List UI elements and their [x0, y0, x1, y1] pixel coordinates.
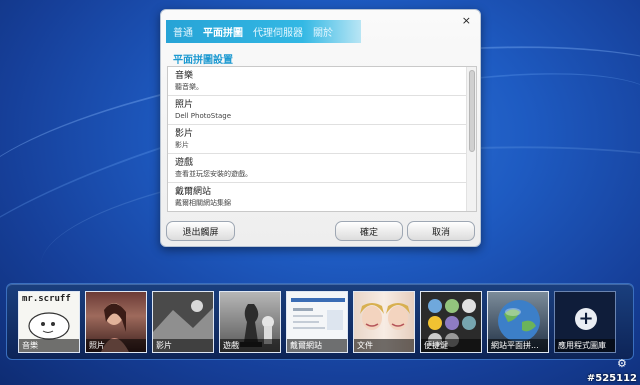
tile-dock: mr.scruff 音樂 照片 影片 遊戲 戴爾網站 文件 便捷鍵 網站平面拼.… [6, 283, 634, 360]
settings-dialog: 普通 平面拼圖 代理伺服器 關於 × 平面拼圖設置 音樂 聽音樂。 照片 Del… [160, 9, 481, 247]
cancel-button[interactable]: 取消 [407, 221, 475, 241]
tile-label: 音樂 [19, 339, 79, 352]
list-item-subtitle: 聽音樂。 [175, 83, 203, 91]
add-icon: + [575, 308, 597, 330]
tile-label: 網站平面拼... [488, 339, 548, 352]
tile-label: 文件 [354, 339, 414, 352]
album-title-text: mr.scruff [22, 294, 71, 304]
close-icon[interactable]: × [462, 14, 471, 27]
list-item[interactable]: 影片 影片 [168, 125, 476, 154]
tile-label: 應用程式圖庫 [555, 339, 615, 352]
list-item-title: 戴爾網站 [175, 187, 212, 197]
scrollbar-thumb[interactable] [469, 70, 475, 152]
tile-music[interactable]: mr.scruff 音樂 [18, 291, 80, 353]
list-item[interactable]: 戴爾網站 戴爾相關網站集錦 [168, 183, 476, 211]
tile-photos[interactable]: 照片 [85, 291, 147, 353]
tile-web-tiles[interactable]: 網站平面拼... [487, 291, 549, 353]
tile-label: 戴爾網站 [287, 339, 347, 352]
tab-proxy[interactable]: 代理伺服器 [253, 24, 303, 39]
list-item[interactable]: 遊戲 查看並玩您安裝的遊戲。 [168, 154, 476, 183]
list-item-title: 遊戲 [175, 158, 194, 168]
list-item-subtitle: Dell PhotoStage [175, 112, 232, 120]
tab-touch-tiles[interactable]: 平面拼圖 [203, 24, 243, 39]
tile-row: mr.scruff 音樂 照片 影片 遊戲 戴爾網站 文件 便捷鍵 網站平面拼.… [18, 291, 621, 353]
tile-label: 遊戲 [220, 339, 280, 352]
list-item-title: 音樂 [175, 71, 194, 81]
tab-about[interactable]: 關於 [313, 24, 333, 39]
tab-bar: 普通 平面拼圖 代理伺服器 關於 [166, 20, 361, 43]
gear-icon[interactable]: ⚙ [617, 357, 627, 370]
watermark-text: #525112 [586, 373, 637, 384]
section-title: 平面拼圖設置 [173, 55, 233, 66]
exit-touch-button[interactable]: 退出觸屏 [166, 221, 235, 241]
tile-settings-list[interactable]: 音樂 聽音樂。 照片 Dell PhotoStage 影片 影片 遊戲 查看並玩… [167, 66, 477, 212]
list-item[interactable]: 音樂 聽音樂。 [168, 67, 476, 96]
ok-button[interactable]: 確定 [335, 221, 403, 241]
list-item-title: 影片 [175, 129, 194, 139]
list-item[interactable]: 照片 Dell PhotoStage [168, 96, 476, 125]
list-item-subtitle: 戴爾相關網站集錦 [175, 199, 231, 207]
tile-documents[interactable]: 文件 [353, 291, 415, 353]
tile-games[interactable]: 遊戲 [219, 291, 281, 353]
tile-dell-websites[interactable]: 戴爾網站 [286, 291, 348, 353]
tile-shortcuts[interactable]: 便捷鍵 [420, 291, 482, 353]
list-scrollbar[interactable] [466, 67, 476, 211]
list-item-subtitle: 影片 [175, 141, 189, 149]
tile-label: 影片 [153, 339, 213, 352]
tile-videos[interactable]: 影片 [152, 291, 214, 353]
tab-general[interactable]: 普通 [173, 24, 193, 39]
tile-label: 便捷鍵 [421, 339, 481, 352]
list-item-title: 照片 [175, 100, 194, 110]
tile-label: 照片 [86, 339, 146, 352]
tile-app-gallery[interactable]: + 應用程式圖庫 [554, 291, 616, 353]
list-item-subtitle: 查看並玩您安裝的遊戲。 [175, 170, 252, 178]
